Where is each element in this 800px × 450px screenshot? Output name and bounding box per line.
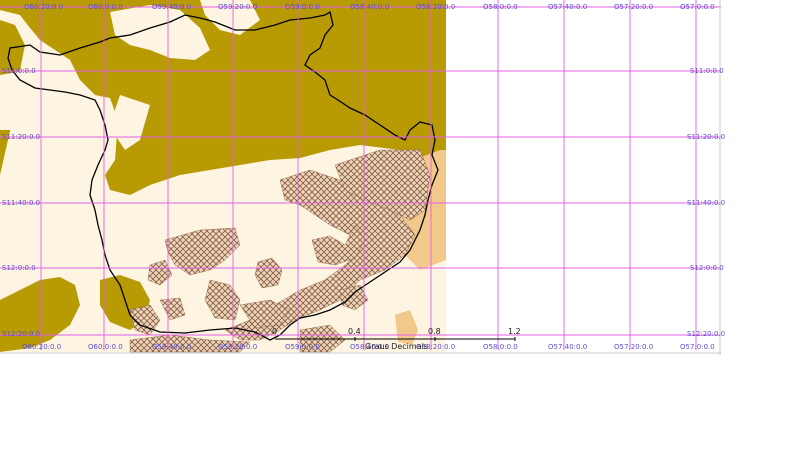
grid-label-bottom: O57:20:0.0 <box>614 343 654 351</box>
grid-label-left: S12:0:0.0 <box>2 264 36 272</box>
grid-label-bottom: O57:40:0.0 <box>548 343 588 351</box>
grid-label-top: O59:0:0.0 <box>285 3 320 11</box>
grid-label-top: O57:20:0.0 <box>614 3 654 11</box>
grid-label-right: S11:40:0.0 <box>687 199 726 207</box>
grid-label-top: O57:40:0.0 <box>548 3 588 11</box>
scale-tick-label: 0.4 <box>348 327 361 336</box>
grid-label-bottom: O59:0:0.0 <box>285 343 320 351</box>
grid-label-left: S11:20:0.0 <box>2 133 41 141</box>
grid-label-left: S12:20:0.0 <box>2 330 41 338</box>
grid-label-bottom: O59:40:0.0 <box>152 343 192 351</box>
grid-label-right: S12:20:0.0 <box>687 330 726 338</box>
grid-label-bottom: O60:0:0.0 <box>88 343 123 351</box>
grid-label-bottom: O59:20:0.0 <box>218 343 258 351</box>
grid-label-top: O59:20:0.0 <box>218 3 258 11</box>
grid-label-bottom: O60:20:0.0 <box>22 343 62 351</box>
grid-label-bottom: O57:0:0.0 <box>680 343 715 351</box>
grid-label-top: O60:20:0.0 <box>24 3 64 11</box>
map-canvas[interactable] <box>0 0 721 355</box>
scale-unit-label: Graus Decimais <box>365 342 428 351</box>
grid-label-right: S12:0:0.0 <box>690 264 724 272</box>
grid-label-left: S11:0:0.0 <box>2 67 36 75</box>
grid-label-left: S11:40:0.0 <box>2 199 41 207</box>
grid-label-top: O59:40:0.0 <box>152 3 192 11</box>
grid-label-top: O58:20:0.0 <box>416 3 456 11</box>
scale-tick-label: 1.2 <box>508 327 521 336</box>
grid-label-bottom: O58:0:0.0 <box>483 343 518 351</box>
scale-tick-label: 0 <box>272 327 278 336</box>
grid-label-top: O58:0:0.0 <box>483 3 518 11</box>
grid-label-top: O57:0:0.0 <box>680 3 715 11</box>
scale-tick-label: 0.8 <box>428 327 441 336</box>
grid-label-right: S11:20:0.0 <box>687 133 726 141</box>
grid-label-top: O58:40:0.0 <box>350 3 390 11</box>
map-viewport[interactable]: O60:20:0.0 O60:0:0.0 O59:40:0.0 O59:20:0… <box>0 0 725 355</box>
grid-label-right: S11:0:0.0 <box>690 67 724 75</box>
grid-label-top: O60:0:0.0 <box>88 3 123 11</box>
